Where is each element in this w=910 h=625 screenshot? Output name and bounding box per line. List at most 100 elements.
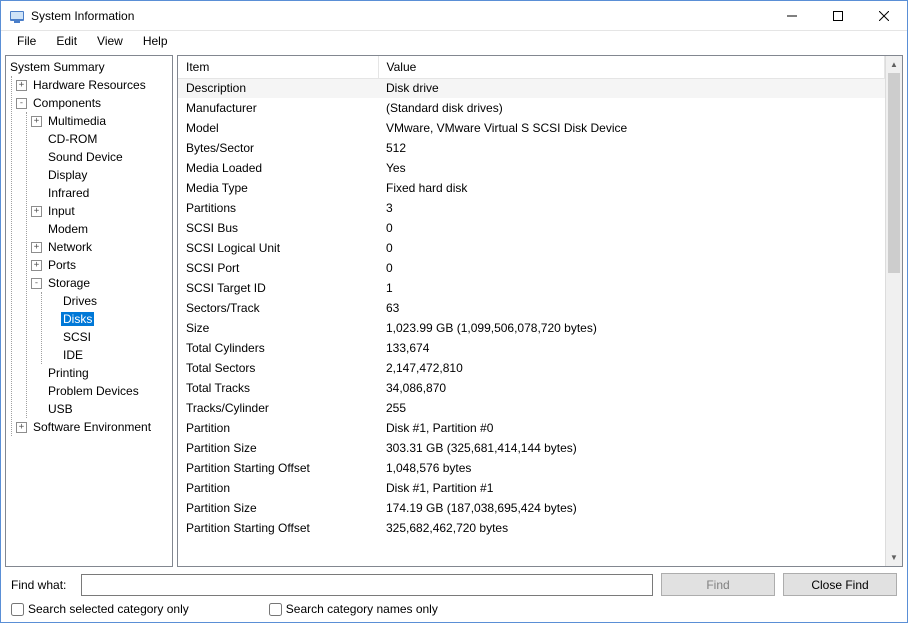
cell-value: 255 <box>378 398 885 418</box>
table-row[interactable]: Partition Starting Offset1,048,576 bytes <box>178 458 885 478</box>
vertical-scrollbar[interactable]: ▲ ▼ <box>885 56 902 566</box>
expand-icon[interactable]: + <box>31 260 42 271</box>
table-row[interactable]: Total Cylinders133,674 <box>178 338 885 358</box>
menu-help[interactable]: Help <box>133 32 178 50</box>
cell-value: 325,682,462,720 bytes <box>378 518 885 538</box>
tree-infrared[interactable]: Infrared <box>27 184 172 202</box>
expand-icon[interactable]: + <box>31 206 42 217</box>
cell-item: Total Sectors <box>178 358 378 378</box>
cell-value: 303.31 GB (325,681,414,144 bytes) <box>378 438 885 458</box>
table-row[interactable]: Total Tracks34,086,870 <box>178 378 885 398</box>
tree-network[interactable]: +Network <box>27 238 172 256</box>
check-category-names[interactable]: Search category names only <box>269 602 438 616</box>
table-row[interactable]: Bytes/Sector512 <box>178 138 885 158</box>
table-row[interactable]: Partitions3 <box>178 198 885 218</box>
cell-value: Fixed hard disk <box>378 178 885 198</box>
navigation-tree[interactable]: System Summary +Hardware Resources -Comp… <box>5 55 173 567</box>
column-header-value[interactable]: Value <box>378 56 885 78</box>
tree-disks[interactable]: Disks <box>42 310 172 328</box>
cell-item: Total Cylinders <box>178 338 378 358</box>
tree-problem-devices[interactable]: Problem Devices <box>27 382 172 400</box>
tree-multimedia[interactable]: +Multimedia <box>27 112 172 130</box>
find-input[interactable] <box>81 574 653 596</box>
collapse-icon[interactable]: - <box>16 98 27 109</box>
tree-sound-device[interactable]: Sound Device <box>27 148 172 166</box>
scroll-thumb[interactable] <box>888 73 900 273</box>
tree-input[interactable]: +Input <box>27 202 172 220</box>
cell-value: Disk #1, Partition #1 <box>378 478 885 498</box>
tree-display[interactable]: Display <box>27 166 172 184</box>
table-row[interactable]: Size1,023.99 GB (1,099,506,078,720 bytes… <box>178 318 885 338</box>
cell-value: 63 <box>378 298 885 318</box>
cell-value: Yes <box>378 158 885 178</box>
details-table: Item Value DescriptionDisk driveManufact… <box>178 56 885 538</box>
tree-modem[interactable]: Modem <box>27 220 172 238</box>
tree-ide[interactable]: IDE <box>42 346 172 364</box>
check-selected-category[interactable]: Search selected category only <box>11 602 189 616</box>
cell-item: Partition <box>178 478 378 498</box>
minimize-button[interactable] <box>769 1 815 31</box>
window-title: System Information <box>31 9 769 23</box>
table-row[interactable]: Media LoadedYes <box>178 158 885 178</box>
table-row[interactable]: Media TypeFixed hard disk <box>178 178 885 198</box>
tree-cdrom[interactable]: CD-ROM <box>27 130 172 148</box>
cell-value: 0 <box>378 238 885 258</box>
cell-item: Bytes/Sector <box>178 138 378 158</box>
tree-usb[interactable]: USB <box>27 400 172 418</box>
cell-item: Manufacturer <box>178 98 378 118</box>
scroll-down-icon[interactable]: ▼ <box>886 549 902 566</box>
collapse-icon[interactable]: - <box>31 278 42 289</box>
cell-value: 133,674 <box>378 338 885 358</box>
cell-item: Media Loaded <box>178 158 378 178</box>
tree-software-environment[interactable]: +Software Environment <box>12 418 172 436</box>
tree-printing[interactable]: Printing <box>27 364 172 382</box>
close-button[interactable] <box>861 1 907 31</box>
cell-value: 1,023.99 GB (1,099,506,078,720 bytes) <box>378 318 885 338</box>
tree-system-summary[interactable]: System Summary <box>6 58 172 76</box>
table-row[interactable]: Total Sectors2,147,472,810 <box>178 358 885 378</box>
expand-icon[interactable]: + <box>31 116 42 127</box>
cell-value: (Standard disk drives) <box>378 98 885 118</box>
find-button[interactable]: Find <box>661 573 775 596</box>
scroll-up-icon[interactable]: ▲ <box>886 56 902 73</box>
menu-file[interactable]: File <box>7 32 46 50</box>
expand-icon[interactable]: + <box>16 80 27 91</box>
table-row[interactable]: Partition Size303.31 GB (325,681,414,144… <box>178 438 885 458</box>
table-row[interactable]: Tracks/Cylinder255 <box>178 398 885 418</box>
table-row[interactable]: PartitionDisk #1, Partition #1 <box>178 478 885 498</box>
cell-item: Partition <box>178 418 378 438</box>
tree-ports[interactable]: +Ports <box>27 256 172 274</box>
app-icon <box>9 8 25 24</box>
tree-storage[interactable]: -Storage <box>27 274 172 292</box>
table-row[interactable]: SCSI Target ID1 <box>178 278 885 298</box>
menu-view[interactable]: View <box>87 32 133 50</box>
tree-components[interactable]: -Components <box>12 94 172 112</box>
titlebar[interactable]: System Information <box>1 1 907 31</box>
checkbox-selected-category[interactable] <box>11 603 24 616</box>
tree-scsi[interactable]: SCSI <box>42 328 172 346</box>
maximize-button[interactable] <box>815 1 861 31</box>
cell-item: SCSI Target ID <box>178 278 378 298</box>
cell-item: SCSI Port <box>178 258 378 278</box>
cell-item: Partition Starting Offset <box>178 458 378 478</box>
expand-icon[interactable]: + <box>31 242 42 253</box>
table-row[interactable]: Partition Starting Offset325,682,462,720… <box>178 518 885 538</box>
menu-edit[interactable]: Edit <box>46 32 87 50</box>
expand-icon[interactable]: + <box>16 422 27 433</box>
table-row[interactable]: DescriptionDisk drive <box>178 78 885 98</box>
table-row[interactable]: SCSI Port0 <box>178 258 885 278</box>
cell-item: Model <box>178 118 378 138</box>
column-header-item[interactable]: Item <box>178 56 378 78</box>
tree-drives[interactable]: Drives <box>42 292 172 310</box>
close-find-button[interactable]: Close Find <box>783 573 897 596</box>
tree-hardware-resources[interactable]: +Hardware Resources <box>12 76 172 94</box>
table-row[interactable]: PartitionDisk #1, Partition #0 <box>178 418 885 438</box>
table-row[interactable]: Partition Size174.19 GB (187,038,695,424… <box>178 498 885 518</box>
table-row[interactable]: ModelVMware, VMware Virtual S SCSI Disk … <box>178 118 885 138</box>
table-row[interactable]: Manufacturer(Standard disk drives) <box>178 98 885 118</box>
checkbox-category-names[interactable] <box>269 603 282 616</box>
table-row[interactable]: SCSI Bus0 <box>178 218 885 238</box>
table-row[interactable]: SCSI Logical Unit0 <box>178 238 885 258</box>
app-window: System Information File Edit View Help S… <box>0 0 908 623</box>
table-row[interactable]: Sectors/Track63 <box>178 298 885 318</box>
